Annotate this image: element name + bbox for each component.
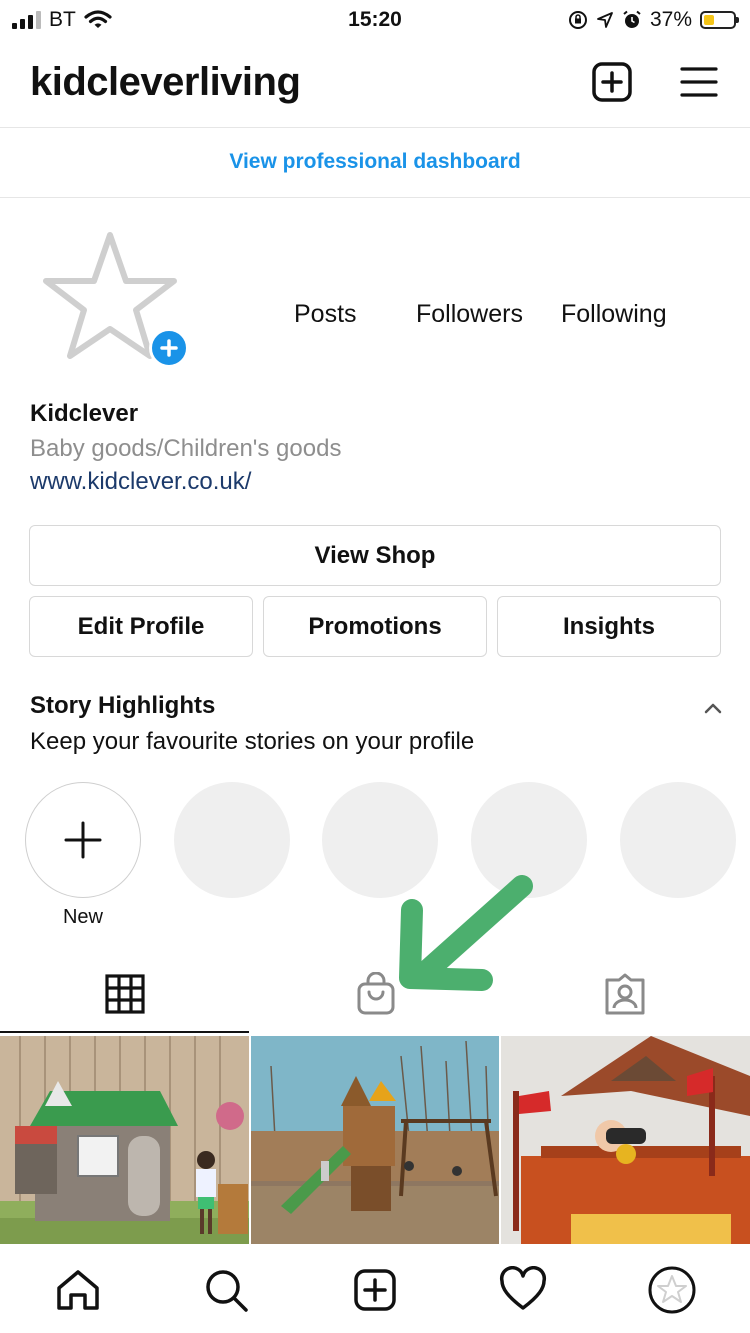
divider — [0, 197, 750, 198]
status-bar: BT 15:20 37% — [0, 0, 750, 40]
plus-icon — [64, 821, 102, 859]
highlight-placeholder — [322, 782, 438, 898]
story-highlights-title: Story Highlights — [30, 692, 216, 719]
shopping-bag-icon[interactable] — [354, 972, 398, 1016]
post-thumbnail-climbing-frame[interactable] — [251, 1036, 499, 1244]
highlight-placeholder — [620, 782, 736, 898]
home-icon[interactable] — [54, 1266, 102, 1314]
hamburger-menu-icon[interactable] — [680, 66, 718, 98]
story-highlights-subtitle: Keep your favourite stories on your prof… — [30, 728, 475, 755]
post-thumbnail-fort-telescope[interactable] — [501, 1036, 750, 1244]
post-thumbnail-playhouse[interactable] — [0, 1036, 249, 1244]
chevron-up-icon[interactable] — [702, 700, 724, 716]
alarm-icon — [623, 10, 641, 28]
profile-website-link[interactable]: www.kidclever.co.uk/ — [30, 468, 251, 496]
edit-profile-button[interactable]: Edit Profile — [29, 596, 253, 657]
new-highlight-button[interactable] — [25, 782, 141, 898]
profile-display-name: Kidclever — [30, 400, 139, 427]
account-username[interactable]: kidcleverliving — [30, 60, 301, 105]
grid-icon[interactable] — [103, 972, 147, 1016]
profile-header: kidcleverliving — [0, 52, 750, 116]
professional-dashboard-link[interactable]: View professional dashboard — [0, 128, 750, 196]
profile-avatar-icon[interactable] — [647, 1265, 697, 1315]
activity-heart-icon[interactable] — [499, 1266, 547, 1314]
location-arrow-icon — [597, 12, 613, 28]
orientation-lock-icon — [568, 11, 587, 29]
battery-icon — [700, 11, 739, 29]
battery-percentage: 37% — [649, 8, 692, 31]
bottom-navigation-bar — [0, 1244, 750, 1333]
highlight-placeholder — [174, 782, 290, 898]
tagged-person-icon[interactable] — [603, 972, 647, 1016]
followers-count-label[interactable]: Followers — [416, 300, 523, 329]
posts-count-label[interactable]: Posts — [294, 300, 357, 329]
highlight-placeholder — [471, 782, 587, 898]
profile-category: Baby goods/Children's goods — [30, 435, 342, 462]
new-highlight-label: New — [62, 906, 103, 928]
search-icon[interactable] — [202, 1266, 250, 1314]
new-post-icon[interactable] — [351, 1266, 399, 1314]
promotions-button[interactable]: Promotions — [263, 596, 487, 657]
add-story-plus-icon[interactable] — [149, 328, 189, 368]
new-post-icon[interactable] — [592, 62, 632, 102]
active-tab-indicator — [0, 1031, 249, 1033]
insights-button[interactable]: Insights — [497, 596, 721, 657]
following-count-label[interactable]: Following — [561, 300, 667, 329]
view-shop-button[interactable]: View Shop — [29, 525, 721, 586]
